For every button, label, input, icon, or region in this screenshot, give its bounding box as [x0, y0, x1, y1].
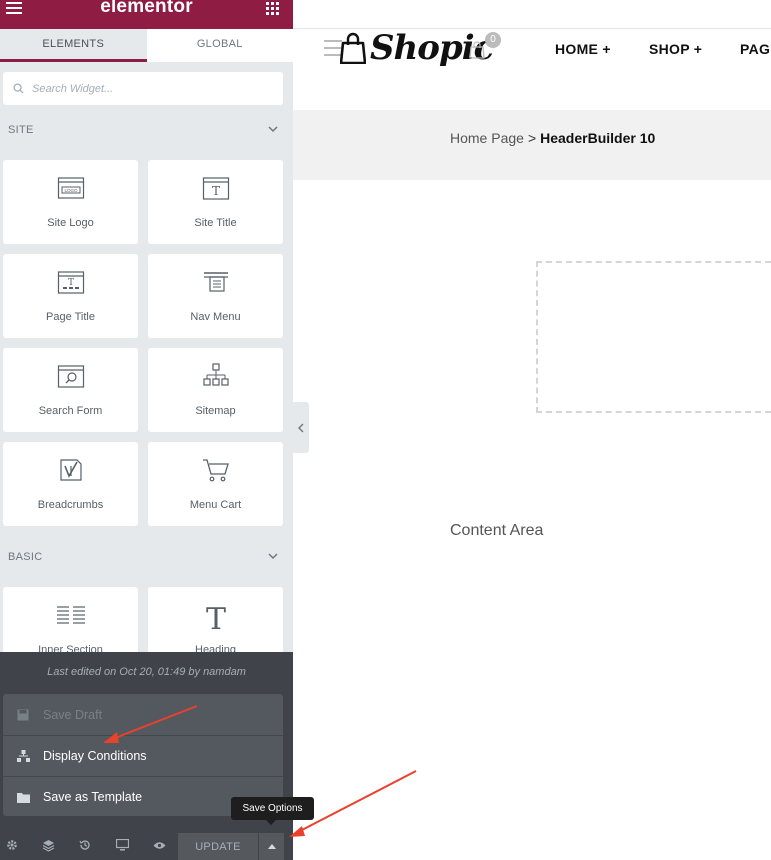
menu-save-draft[interactable]: Save Draft [3, 694, 283, 735]
conditions-icon [15, 748, 31, 764]
heading-icon: T [205, 602, 225, 633]
responsive-icon[interactable] [114, 837, 130, 853]
breadcrumb-current: HeaderBuilder 10 [540, 130, 656, 146]
svg-text:T: T [205, 602, 225, 633]
widget-nav-menu[interactable]: Nav Menu [148, 254, 283, 338]
tab-elements[interactable]: ELEMENTS [0, 29, 147, 62]
widget-site-logo[interactable]: LOGO Site Logo [3, 160, 138, 244]
search-box [3, 72, 283, 105]
widget-label: Site Logo [47, 217, 94, 229]
widget-breadcrumbs[interactable]: Breadcrumbs [3, 442, 138, 526]
widget-label: Site Title [194, 217, 237, 229]
widget-label: Menu Cart [189, 499, 242, 511]
svg-text:LOGO: LOGO [64, 188, 78, 193]
nav-pages[interactable]: PAG [740, 41, 770, 57]
breadcrumb-separator: > [527, 130, 537, 146]
svg-text:T: T [67, 278, 73, 288]
menu-display-conditions[interactable]: Display Conditions [3, 735, 283, 776]
preview-canvas: Shopic 0 HOME + SHOP + PAG Home Page > Hea… [293, 0, 771, 860]
elementor-panel: elementor ELEMENTS GLOBAL SITE LOGO Site… [0, 0, 293, 860]
cart-icon[interactable] [469, 41, 485, 59]
grid-icon[interactable] [266, 2, 279, 15]
caret-up-icon [267, 844, 276, 849]
navigator-icon[interactable] [40, 837, 56, 853]
sitemap-icon [202, 363, 229, 386]
menu-item-label: Display Conditions [43, 749, 147, 763]
widget-sitemap[interactable]: Sitemap [148, 348, 283, 432]
category-site[interactable]: SITE [8, 124, 278, 136]
widget-menu-cart[interactable]: Menu Cart [148, 442, 283, 526]
menu-item-label: Save as Template [43, 790, 143, 804]
panel-topbar: elementor [0, 0, 293, 29]
category-site-label: SITE [8, 124, 34, 136]
content-area-label: Content Area [450, 522, 544, 539]
save-options-button[interactable] [259, 833, 284, 860]
brand-logo: elementor [100, 0, 193, 17]
widget-label: Search Form [38, 405, 103, 417]
empty-section-placeholder[interactable] [536, 261, 771, 413]
save-options-tooltip: Save Options [231, 797, 314, 825]
menu-cart-icon [202, 459, 229, 482]
widget-page-title[interactable]: T Page Title [3, 254, 138, 338]
widget-label: Sitemap [195, 405, 236, 417]
chevron-left-icon [298, 423, 304, 432]
nav-shop[interactable]: SHOP + [649, 41, 702, 57]
widget-label: Nav Menu [190, 311, 241, 323]
breadcrumbs-icon [59, 459, 82, 481]
search-input[interactable] [32, 82, 252, 95]
tab-global[interactable]: GLOBAL [147, 29, 294, 62]
inner-section-icon [56, 606, 85, 624]
preview-icon[interactable] [151, 837, 167, 853]
editor-root: elementor ELEMENTS GLOBAL SITE LOGO Site… [0, 0, 771, 860]
chevron-down-icon [268, 126, 278, 133]
collapse-panel-handle[interactable] [293, 402, 309, 453]
category-basic[interactable]: BASIC [8, 551, 278, 563]
folder-icon [15, 789, 31, 805]
panel-tabs: ELEMENTS GLOBAL [0, 29, 293, 62]
chevron-down-icon [268, 553, 278, 560]
page-title-icon: T [57, 271, 84, 294]
update-button[interactable]: UPDATE [178, 833, 258, 860]
nav-home[interactable]: HOME + [555, 41, 611, 57]
site-title-icon: T [202, 177, 229, 200]
site-logo-icon: LOGO [57, 177, 84, 199]
widget-search-form[interactable]: Search Form [3, 348, 138, 432]
last-edited-text: Last edited on Oct 20, 01:49 by namdam [47, 666, 246, 678]
widget-site-title[interactable]: T Site Title [148, 160, 283, 244]
svg-text:T: T [211, 184, 219, 198]
shopping-bag-icon [340, 32, 366, 64]
cart-count-badge: 0 [485, 32, 501, 48]
panel-footer-toolbar: UPDATE [0, 829, 293, 860]
category-basic-label: BASIC [8, 551, 43, 563]
history-icon[interactable] [77, 837, 93, 853]
settings-icon[interactable] [4, 837, 20, 853]
breadcrumb: Home Page > HeaderBuilder 10 [450, 130, 655, 146]
save-icon [15, 707, 31, 723]
widget-label: Page Title [46, 311, 95, 323]
breadcrumb-bar: Home Page > HeaderBuilder 10 [293, 110, 771, 180]
widget-label: Breadcrumbs [37, 499, 104, 511]
menu-item-label: Save Draft [43, 707, 103, 722]
search-icon [13, 83, 24, 94]
site-header: Shopic 0 HOME + SHOP + PAG [293, 0, 771, 110]
search-form-icon [57, 365, 84, 388]
breadcrumb-home[interactable]: Home Page [450, 130, 524, 146]
nav-menu-icon [203, 272, 228, 292]
